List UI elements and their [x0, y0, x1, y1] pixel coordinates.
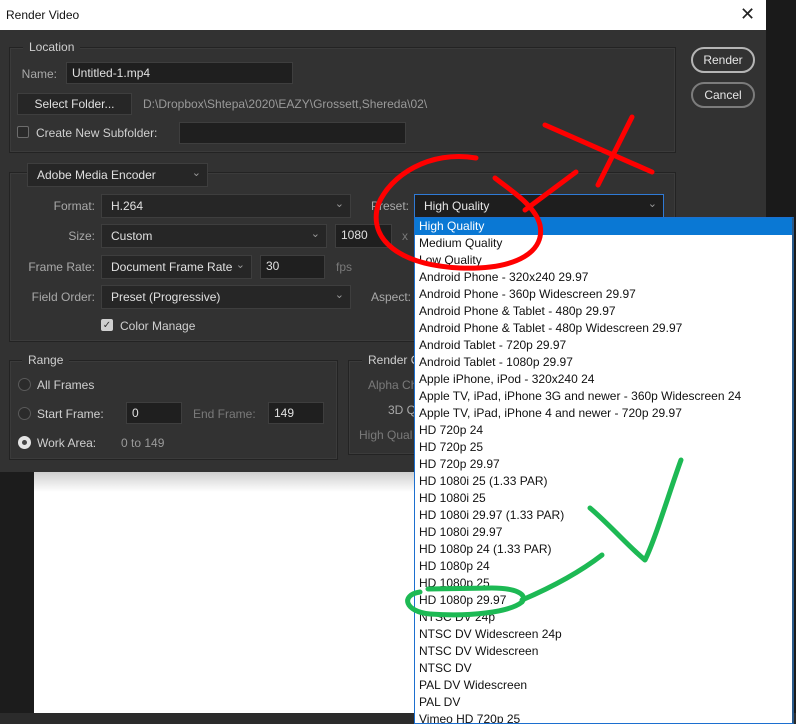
- high-quality-label: High Qual: [359, 428, 413, 442]
- close-icon[interactable]: ✕: [740, 4, 755, 25]
- preset-option[interactable]: NTSC DV 24p: [415, 609, 792, 626]
- preset-label: Preset:: [370, 199, 409, 213]
- dialog-title: Render Video: [6, 8, 80, 22]
- width-input[interactable]: 1080: [335, 224, 392, 248]
- preset-option[interactable]: Medium Quality: [415, 235, 792, 252]
- size-x-label: x: [402, 229, 408, 243]
- color-manage-label: Color Manage: [120, 319, 196, 333]
- preset-option[interactable]: Android Tablet - 1080p 29.97: [415, 354, 792, 371]
- create-subfolder-checkbox[interactable]: [17, 126, 29, 138]
- renderer-select[interactable]: Adobe Media Encoder ⌄: [27, 163, 208, 187]
- preset-option[interactable]: Android Phone - 320x240 29.97: [415, 269, 792, 286]
- preset-option[interactable]: HD 1080i 25 (1.33 PAR): [415, 473, 792, 490]
- chevron-down-icon: ⌄: [310, 228, 320, 240]
- cancel-button[interactable]: Cancel: [691, 82, 755, 108]
- preset-select[interactable]: High Quality ⌄: [414, 194, 664, 218]
- 3d-quality-label: 3D Q: [388, 403, 417, 417]
- chevron-down-icon: ⌄: [191, 167, 201, 179]
- render-button[interactable]: Render: [691, 47, 755, 73]
- document-canvas: [34, 472, 424, 714]
- work-area-value: 0 to 149: [121, 436, 165, 450]
- work-area-radio[interactable]: [18, 436, 31, 449]
- preset-option[interactable]: HD 1080p 24: [415, 558, 792, 575]
- end-frame-input[interactable]: 149: [268, 402, 324, 424]
- all-frames-label: All Frames: [37, 378, 95, 392]
- renderer-value: Adobe Media Encoder: [37, 168, 156, 182]
- size-label: Size:: [68, 229, 95, 243]
- preset-option[interactable]: HD 720p 25: [415, 439, 792, 456]
- name-label: Name:: [21, 67, 57, 81]
- start-frame-radio[interactable]: [18, 407, 31, 420]
- preset-option[interactable]: HD 1080i 29.97: [415, 524, 792, 541]
- preset-option[interactable]: HD 1080p 24 (1.33 PAR): [415, 541, 792, 558]
- aspect-label: Aspect:: [370, 290, 411, 304]
- preset-dropdown-list[interactable]: High Quality Medium Quality Low Quality And…: [414, 217, 794, 724]
- preset-option[interactable]: Android Phone - 360p Widescreen 29.97: [415, 286, 792, 303]
- preset-option[interactable]: HD 720p 29.97: [415, 456, 792, 473]
- folder-path: D:\Dropbox\Shtepa\2020\EAZY\Grossett,She…: [143, 97, 428, 111]
- name-input[interactable]: Untitled-1.mp4: [66, 62, 293, 84]
- preset-option[interactable]: Vimeo HD 720p 25: [415, 711, 792, 723]
- canvas-shadow: [34, 472, 424, 492]
- fps-input[interactable]: 30: [260, 255, 325, 279]
- preset-option[interactable]: Android Phone & Tablet - 480p Widescreen…: [415, 320, 792, 337]
- field-order-select[interactable]: Preset (Progressive) ⌄: [101, 285, 351, 309]
- preset-option[interactable]: Android Tablet - 720p 29.97: [415, 337, 792, 354]
- range-legend: Range: [22, 353, 70, 367]
- title-bar: Render Video ✕: [0, 0, 766, 30]
- end-frame-label: End Frame:: [193, 407, 256, 421]
- frame-rate-select[interactable]: Document Frame Rate ⌄: [101, 255, 252, 279]
- size-select[interactable]: Custom ⌄: [101, 224, 327, 248]
- preset-option[interactable]: Apple iPhone, iPod - 320x240 24: [415, 371, 792, 388]
- format-label: Format:: [53, 199, 95, 213]
- field-order-value: Preset (Progressive): [111, 290, 221, 304]
- size-value: Custom: [111, 229, 153, 243]
- chevron-down-icon: ⌄: [235, 259, 245, 271]
- select-folder-button[interactable]: Select Folder...: [17, 93, 132, 115]
- fps-unit: fps: [336, 260, 353, 274]
- preset-option[interactable]: Low Quality: [415, 252, 792, 269]
- preset-option[interactable]: Apple TV, iPad, iPhone 4 and newer - 720…: [415, 405, 792, 422]
- location-legend: Location: [23, 40, 81, 54]
- frame-rate-value: Document Frame Rate: [111, 260, 233, 274]
- preset-option[interactable]: PAL DV: [415, 694, 792, 711]
- chevron-down-icon: ⌄: [334, 198, 344, 210]
- chevron-down-icon: ⌄: [334, 289, 344, 301]
- preset-option[interactable]: HD 1080i 25: [415, 490, 792, 507]
- all-frames-radio[interactable]: [18, 378, 31, 391]
- chevron-down-icon: ⌄: [647, 198, 657, 210]
- preset-value: High Quality: [424, 199, 490, 213]
- preset-option[interactable]: HD 720p 24: [415, 422, 792, 439]
- preset-option[interactable]: Apple TV, iPad, iPhone 3G and newer - 36…: [415, 388, 792, 405]
- work-area-label: Work Area:: [37, 436, 97, 450]
- color-manage-checkbox[interactable]: ✓: [101, 319, 113, 331]
- preset-option[interactable]: NTSC DV: [415, 660, 792, 677]
- preset-option[interactable]: Android Phone & Tablet - 480p 29.97: [415, 303, 792, 320]
- preset-option[interactable]: HD 1080i 29.97 (1.33 PAR): [415, 507, 792, 524]
- subfolder-input[interactable]: [179, 122, 406, 144]
- alpha-channel-label: Alpha Ch: [368, 378, 418, 392]
- create-subfolder-label: Create New Subfolder:: [36, 126, 158, 140]
- start-frame-input[interactable]: 0: [126, 402, 182, 424]
- preset-option[interactable]: NTSC DV Widescreen: [415, 643, 792, 660]
- format-value: H.264: [111, 199, 144, 213]
- frame-rate-label: Frame Rate:: [28, 260, 95, 274]
- field-order-label: Field Order:: [31, 290, 95, 304]
- preset-option[interactable]: HD 1080p 29.97: [415, 592, 792, 609]
- preset-option[interactable]: HD 1080p 25: [415, 575, 792, 592]
- preset-option[interactable]: High Quality: [415, 218, 792, 235]
- preset-option[interactable]: PAL DV Widescreen: [415, 677, 792, 694]
- format-select[interactable]: H.264 ⌄: [101, 194, 351, 218]
- start-frame-label: Start Frame:: [37, 407, 104, 421]
- preset-option[interactable]: NTSC DV Widescreen 24p: [415, 626, 792, 643]
